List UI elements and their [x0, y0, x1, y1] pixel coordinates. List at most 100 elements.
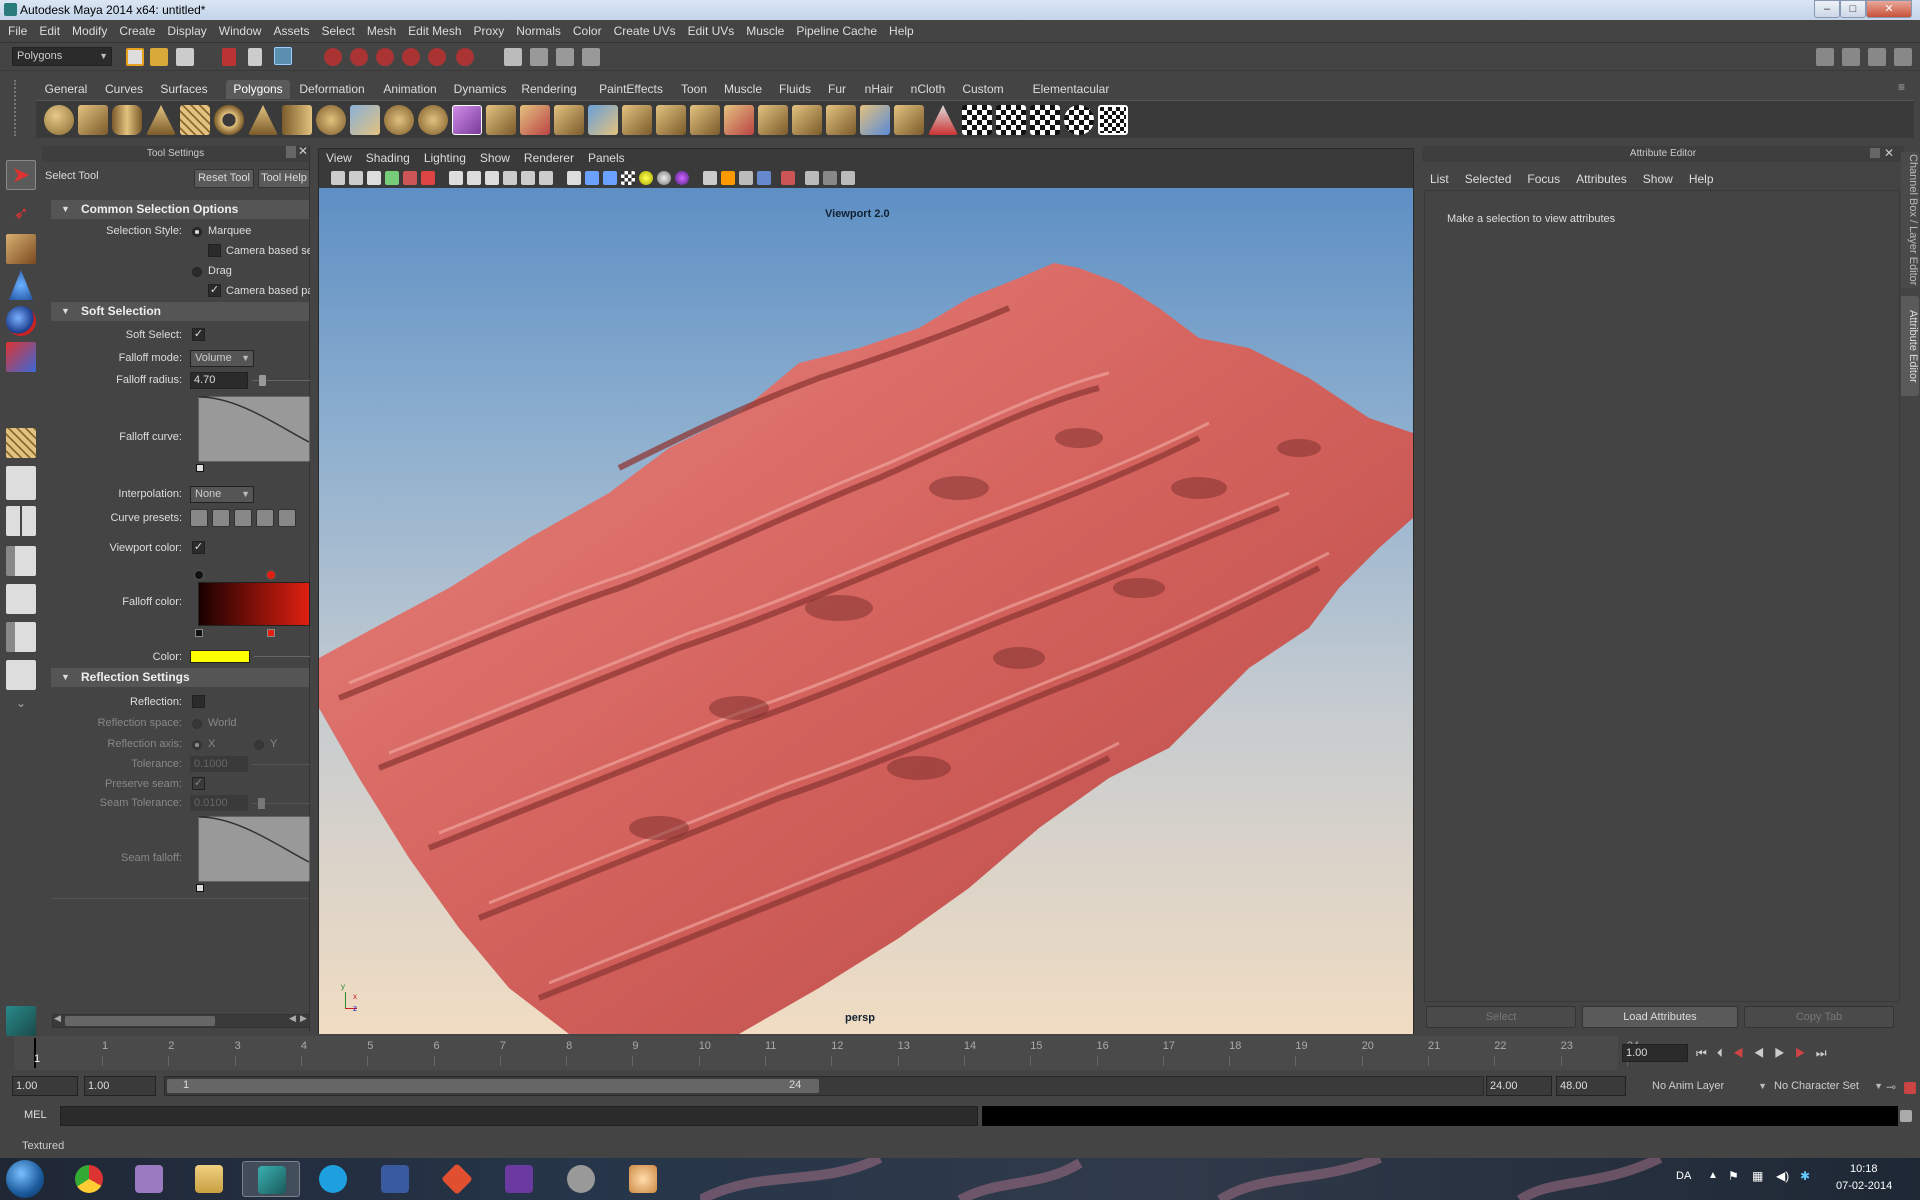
single-perspective-layout-icon[interactable]: [6, 466, 36, 500]
render-view-icon[interactable]: [504, 48, 522, 66]
safe-action-icon[interactable]: [539, 171, 553, 185]
menu-file[interactable]: File: [0, 20, 33, 42]
menu-create[interactable]: Create: [113, 20, 161, 42]
character-set-dropdown[interactable]: No Character Set ▼: [1770, 1078, 1886, 1096]
spherical-mapping-icon[interactable]: [826, 105, 856, 135]
xray-components-icon[interactable]: [739, 171, 753, 185]
taskbar-visual-studio[interactable]: [490, 1161, 548, 1197]
menu-proxy[interactable]: Proxy: [468, 20, 511, 42]
select-component-icon[interactable]: [274, 47, 292, 65]
reflection-checkbox[interactable]: [192, 695, 205, 708]
play-backwards-icon[interactable]: ◀: [1754, 1046, 1775, 1060]
scroll-left-end-icon[interactable]: ◀: [289, 1013, 296, 1024]
falloff-radius-slider-handle[interactable]: [259, 375, 266, 386]
tool-help-button[interactable]: Tool Help: [258, 169, 310, 188]
gate-mask-icon[interactable]: [503, 171, 517, 185]
persp-graph-layout-icon[interactable]: [6, 584, 36, 614]
network-icon[interactable]: ▦: [1752, 1169, 1763, 1183]
step-back-key-icon[interactable]: ⏴: [1717, 1046, 1733, 1060]
shelf-tab-surfaces[interactable]: Surfaces: [152, 80, 216, 99]
new-scene-icon[interactable]: [126, 48, 144, 66]
ramp-start-marker[interactable]: [195, 629, 203, 637]
checker-icon-1[interactable]: [962, 105, 992, 135]
paint-select-tool-icon[interactable]: [6, 234, 36, 264]
shelf-tab-nhair[interactable]: nHair: [858, 80, 900, 99]
taskbar-settings[interactable]: [552, 1161, 610, 1197]
marquee-radio[interactable]: [192, 227, 202, 237]
falloff-radius-field[interactable]: 4.70: [190, 372, 248, 389]
field-chart-icon[interactable]: [521, 171, 535, 185]
menu-set-selector[interactable]: Polygons ▼: [12, 47, 112, 66]
boolean-union-icon[interactable]: [384, 105, 414, 135]
go-to-end-icon[interactable]: ⏭: [1816, 1046, 1837, 1060]
camera-based-paint-checkbox[interactable]: ✓: [208, 284, 221, 297]
reflection-settings-header[interactable]: ▼ Reflection Settings: [51, 668, 309, 687]
shelf-tab-general[interactable]: General: [36, 80, 96, 99]
range-bar[interactable]: [167, 1079, 819, 1093]
current-time-field[interactable]: 1.00: [1622, 1044, 1688, 1062]
seam-tolerance-slider-handle[interactable]: [258, 798, 265, 809]
interpolation-dropdown[interactable]: None ▼: [190, 486, 254, 503]
checker-icon-3[interactable]: [1030, 105, 1060, 135]
poly-soccer-ball-icon[interactable]: [316, 105, 346, 135]
time-slider[interactable]: 1 12345678910111213141516171819202122232…: [0, 1036, 1920, 1070]
smooth-proxy-icon[interactable]: [452, 105, 482, 135]
film-gate-icon[interactable]: [467, 171, 481, 185]
use-all-lights-icon[interactable]: [639, 171, 653, 185]
camera-based-selection-checkbox[interactable]: [208, 244, 221, 257]
menu-pipeline-cache[interactable]: Pipeline Cache: [790, 20, 883, 42]
menu-assets[interactable]: Assets: [267, 20, 315, 42]
seam-curve-key-marker[interactable]: [196, 884, 204, 892]
drag-radio[interactable]: [192, 267, 202, 277]
channel-box-toggle-icon[interactable]: [1894, 48, 1912, 66]
viewport-menu-panels[interactable]: Panels: [581, 149, 632, 167]
poly-cylinder-icon[interactable]: [112, 105, 142, 135]
ramp-end-marker[interactable]: [267, 629, 275, 637]
wireframe-on-shaded-icon[interactable]: [603, 171, 617, 185]
xray-icon[interactable]: [703, 171, 717, 185]
uv-editor-icon[interactable]: [894, 105, 924, 135]
poly-pyramid-icon[interactable]: [248, 105, 278, 135]
play-forwards-icon[interactable]: ▶: [1774, 1046, 1795, 1060]
light-icon[interactable]: [928, 105, 958, 135]
checker-icon-4[interactable]: [1064, 105, 1094, 135]
tolerance-slider-track[interactable]: [252, 764, 310, 765]
float-panel-icon[interactable]: [286, 146, 296, 158]
shelf-tab-custom[interactable]: Custom: [956, 80, 1010, 99]
snap-view-icon[interactable]: [456, 48, 474, 66]
bluetooth-icon[interactable]: ✱: [1800, 1169, 1810, 1183]
grease-pencil-icon[interactable]: [421, 171, 435, 185]
shelf-tab-muscle[interactable]: Muscle: [718, 80, 768, 99]
curve-preset-linear-icon[interactable]: [190, 509, 208, 527]
persp-outliner-layout-icon[interactable]: [6, 546, 36, 576]
clock-time[interactable]: 10:18: [1850, 1163, 1878, 1175]
hypershade-layout-icon[interactable]: [6, 622, 36, 652]
append-polygon-icon[interactable]: [554, 105, 584, 135]
viewport-menu-renderer[interactable]: Renderer: [517, 149, 581, 167]
shelf-tab-dynamics[interactable]: Dynamics: [446, 80, 514, 99]
isolate-select-icon[interactable]: [757, 171, 771, 185]
scroll-left-icon[interactable]: ◀: [54, 1013, 61, 1024]
camera-attributes-icon[interactable]: [349, 171, 363, 185]
falloff-mode-dropdown[interactable]: Volume ▼: [190, 350, 254, 367]
time-ruler[interactable]: [14, 1036, 1618, 1070]
automatic-mapping-icon[interactable]: [860, 105, 890, 135]
gradient-end-handle[interactable]: [266, 570, 276, 580]
menu-edit[interactable]: Edit: [33, 20, 66, 42]
menu-mesh[interactable]: Mesh: [361, 20, 402, 42]
shelf-tab-polygons[interactable]: Polygons: [226, 80, 290, 99]
open-scene-icon[interactable]: [150, 48, 168, 66]
shelf-tab-fur[interactable]: Fur: [822, 80, 852, 99]
textured-icon[interactable]: [621, 171, 635, 185]
attribute-editor-tab[interactable]: Attribute Editor: [1901, 296, 1919, 396]
shelf-tab-painteffects[interactable]: PaintEffects: [590, 80, 672, 99]
boolean-difference-icon[interactable]: [418, 105, 448, 135]
auto-key-icon[interactable]: ⊸: [1886, 1080, 1896, 1094]
snap-point-icon[interactable]: [376, 48, 394, 66]
scale-tool-icon[interactable]: [6, 342, 36, 372]
ae-menu-focus[interactable]: Focus: [1519, 170, 1568, 188]
reflection-space-world-radio[interactable]: [192, 719, 202, 729]
curve-preset-medium-icon[interactable]: [212, 509, 230, 527]
float-panel-icon[interactable]: [1870, 148, 1880, 158]
reset-tool-button[interactable]: Reset Tool: [194, 169, 254, 188]
